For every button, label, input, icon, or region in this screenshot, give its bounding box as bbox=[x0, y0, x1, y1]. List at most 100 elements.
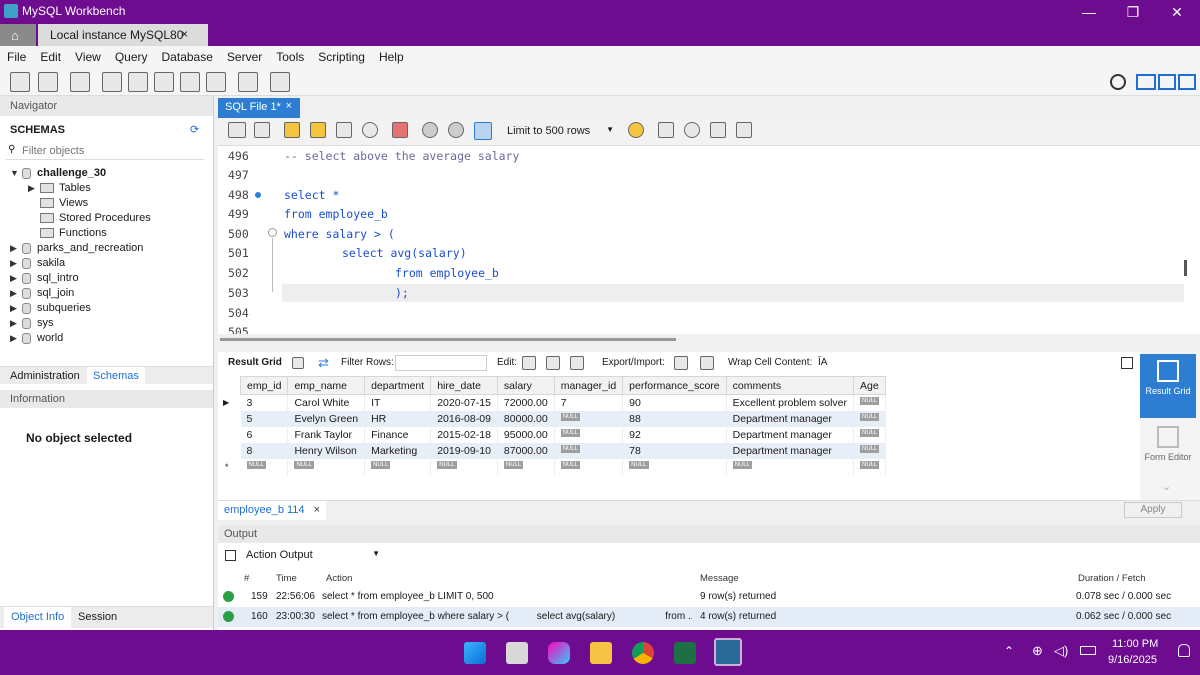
table-cell[interactable]: 5 bbox=[240, 410, 289, 427]
table-cell[interactable]: NULL bbox=[554, 410, 624, 427]
menu-file[interactable]: File bbox=[0, 46, 33, 68]
apply-button[interactable]: Apply bbox=[1124, 502, 1182, 518]
table-row[interactable]: 6 Frank Taylor Finance 2015-02-18 95000.00 NU… bbox=[240, 426, 887, 443]
delete-row-icon[interactable] bbox=[570, 356, 584, 370]
table-cell[interactable]: NULL bbox=[554, 442, 624, 459]
clock-time[interactable]: 11:00 PM bbox=[1112, 638, 1158, 650]
sql-tab-close[interactable]: × bbox=[286, 100, 292, 112]
panel-toggle-icon[interactable] bbox=[1121, 357, 1133, 369]
beautify-icon[interactable] bbox=[658, 122, 674, 138]
battery-icon[interactable] bbox=[1080, 646, 1096, 655]
start-icon[interactable] bbox=[464, 642, 486, 664]
create-schema-icon[interactable] bbox=[102, 72, 122, 92]
stop-icon[interactable] bbox=[362, 122, 378, 138]
table-cell[interactable]: NULL bbox=[853, 410, 887, 427]
table-cell[interactable]: NULL bbox=[853, 394, 887, 411]
output-mode-select[interactable]: Action Output ▼ bbox=[242, 546, 384, 564]
column-header[interactable]: hire_date bbox=[430, 376, 498, 395]
collapsed-arrow-icon[interactable]: ▶ bbox=[28, 181, 40, 196]
rollback-icon[interactable] bbox=[448, 122, 464, 138]
schema-item[interactable]: ▶ subqueries bbox=[10, 301, 91, 316]
table-row[interactable]: 8 Henry Wilson Marketing 2019-09-10 87000.00… bbox=[240, 442, 887, 459]
schema-item[interactable]: ▶ sakila bbox=[10, 256, 65, 271]
sql-editor[interactable]: 496 -- select above the average salary 4… bbox=[218, 146, 1200, 334]
table-row[interactable]: 3 Carol White IT 2020-07-15 72000.00 7 90 Excel… bbox=[240, 394, 887, 411]
result-tab[interactable]: employee_b 114 × bbox=[218, 501, 327, 520]
column-header[interactable]: Age bbox=[853, 376, 887, 395]
minimize-button[interactable]: — bbox=[1066, 0, 1112, 24]
menu-server[interactable]: Server bbox=[220, 46, 269, 68]
schema-child-stored-procedures[interactable]: Stored Procedures bbox=[40, 211, 151, 226]
volume-icon[interactable]: ◁) bbox=[1054, 643, 1068, 659]
expanded-arrow-icon[interactable]: ▼ bbox=[10, 166, 22, 181]
collapsed-arrow-icon[interactable]: ▶ bbox=[10, 271, 22, 286]
column-header[interactable]: comments bbox=[725, 376, 855, 395]
table-cell[interactable]: 87000.00 bbox=[497, 442, 555, 459]
table-cell[interactable]: NULL bbox=[430, 458, 498, 475]
menu-tools[interactable]: Tools bbox=[269, 46, 311, 68]
table-cell[interactable]: 2016-08-09 bbox=[430, 410, 498, 427]
table-cell[interactable]: Excellent problem solver bbox=[726, 394, 855, 411]
tab-object-info[interactable]: Object Info bbox=[4, 607, 72, 628]
schema-child-tables[interactable]: ▶ Tables bbox=[28, 181, 91, 196]
tab-session[interactable]: Session bbox=[78, 611, 117, 623]
editor-scrollbar[interactable] bbox=[1184, 260, 1187, 276]
clock-date[interactable]: 9/16/2025 bbox=[1108, 654, 1157, 666]
collapsed-arrow-icon[interactable]: ▶ bbox=[10, 316, 22, 331]
column-header[interactable]: manager_id bbox=[553, 376, 624, 395]
editor-hscroll[interactable] bbox=[220, 338, 676, 341]
copilot-icon[interactable] bbox=[548, 642, 570, 664]
schema-item[interactable]: ▶ world bbox=[10, 331, 63, 346]
layout-toggle-bottom-icon[interactable] bbox=[1158, 74, 1176, 90]
table-cell[interactable]: Finance bbox=[364, 426, 432, 443]
output-row[interactable]: 160 23:00:30 select * from employee_b wh… bbox=[218, 607, 1200, 627]
excel-icon[interactable] bbox=[674, 642, 696, 664]
table-cell[interactable]: 72000.00 bbox=[497, 394, 555, 411]
menu-database[interactable]: Database bbox=[155, 46, 220, 68]
collapsed-arrow-icon[interactable]: ▶ bbox=[10, 301, 22, 316]
refresh-schemas-icon[interactable]: ⟳ bbox=[190, 123, 199, 136]
table-cell[interactable]: Frank Taylor bbox=[287, 426, 366, 443]
table-cell[interactable]: NULL bbox=[853, 426, 887, 443]
table-cell[interactable]: IT bbox=[364, 394, 432, 411]
result-grid-side-button[interactable]: Result Grid bbox=[1140, 354, 1196, 418]
limit-rows-select[interactable]: Limit to 500 rows ▼ bbox=[504, 123, 618, 141]
table-cell[interactable]: Marketing bbox=[364, 442, 432, 459]
reconnect-icon[interactable] bbox=[270, 72, 290, 92]
create-view-icon[interactable] bbox=[154, 72, 174, 92]
table-cell[interactable]: Department manager bbox=[726, 426, 855, 443]
tab-administration[interactable]: Administration bbox=[10, 370, 80, 382]
toggle-errors-icon[interactable] bbox=[392, 122, 408, 138]
close-button[interactable]: ✕ bbox=[1154, 0, 1200, 24]
export-icon[interactable] bbox=[674, 356, 688, 370]
notification-icon[interactable] bbox=[1178, 644, 1190, 657]
table-cell[interactable]: 2020-07-15 bbox=[430, 394, 498, 411]
tab-schemas[interactable]: Schemas bbox=[87, 367, 145, 385]
schema-item[interactable]: ▶ sql_join bbox=[10, 286, 74, 301]
grid-icon[interactable] bbox=[292, 357, 304, 369]
file-explorer-icon[interactable] bbox=[590, 642, 612, 664]
filter-input[interactable] bbox=[22, 143, 200, 158]
collapsed-arrow-icon[interactable]: ▶ bbox=[10, 241, 22, 256]
network-icon[interactable]: ⊕ bbox=[1032, 643, 1043, 659]
table-cell[interactable]: NULL bbox=[554, 426, 624, 443]
schema-item[interactable]: ▶ parks_and_recreation bbox=[10, 241, 143, 256]
table-cell[interactable]: 90 bbox=[622, 394, 727, 411]
form-editor-side-button[interactable]: Form Editor bbox=[1140, 422, 1196, 478]
create-procedure-icon[interactable] bbox=[180, 72, 200, 92]
create-table-icon[interactable] bbox=[128, 72, 148, 92]
save-icon[interactable] bbox=[254, 122, 270, 138]
column-header[interactable]: emp_name bbox=[287, 376, 366, 395]
schema-item[interactable]: ▶ sql_intro bbox=[10, 271, 79, 286]
home-button[interactable]: ⌂ bbox=[0, 24, 36, 46]
connection-tab-close[interactable]: × bbox=[181, 27, 188, 41]
menu-query[interactable]: Query bbox=[108, 46, 155, 68]
table-cell[interactable]: 2015-02-18 bbox=[430, 426, 498, 443]
table-cell[interactable]: Department manager bbox=[726, 442, 855, 459]
table-cell[interactable]: 95000.00 bbox=[497, 426, 555, 443]
output-row[interactable]: 159 22:56:06 select * from employee_b LI… bbox=[218, 587, 1200, 607]
table-cell[interactable]: NULL bbox=[497, 458, 555, 475]
table-cell[interactable]: Carol White bbox=[287, 394, 366, 411]
table-cell[interactable]: NULL bbox=[853, 442, 887, 459]
mysql-workbench-icon[interactable] bbox=[714, 638, 742, 666]
